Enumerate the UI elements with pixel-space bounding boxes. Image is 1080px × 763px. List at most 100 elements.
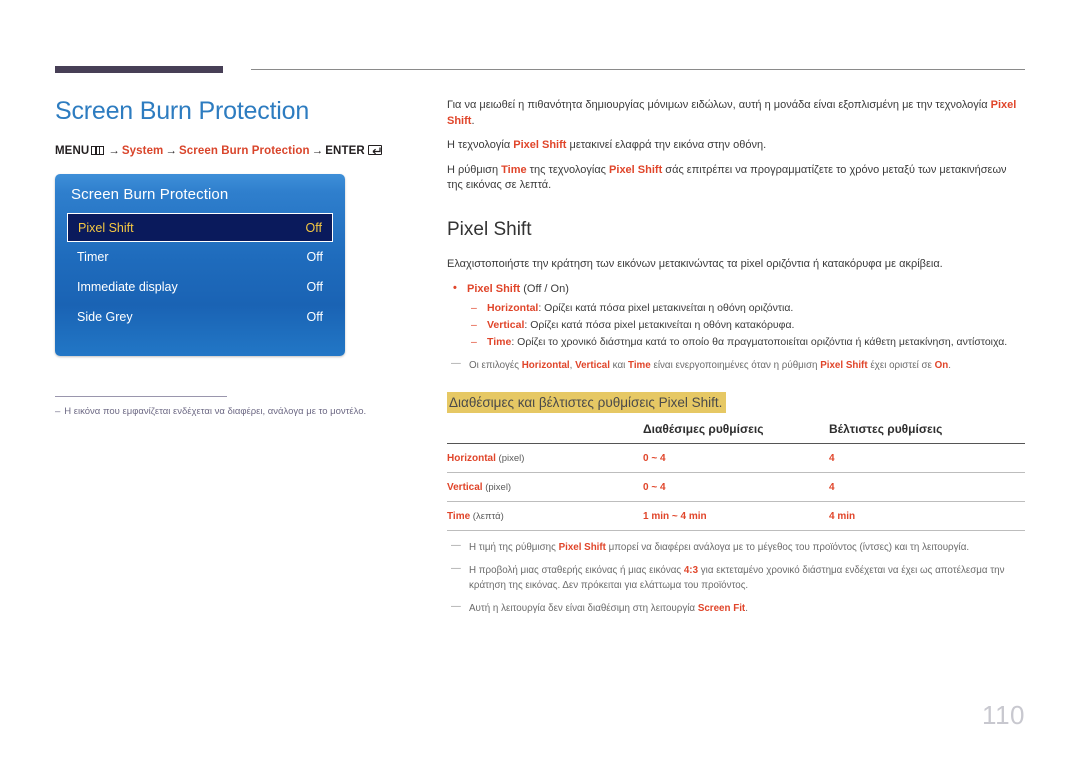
header-accent-bar: [55, 66, 223, 73]
bottom-note-term: Pixel Shift: [558, 541, 606, 553]
note-term-time: Time: [628, 360, 651, 371]
breadcrumb-item-system: System: [121, 145, 164, 157]
note-term-vertical: Vertical: [575, 360, 610, 371]
bottom-note-text-a: Η προβολή μιας σταθερής εικόνας ή μιας ε…: [469, 565, 684, 576]
osd-item-value: Off: [305, 220, 322, 235]
intro-p2-term: Pixel Shift: [513, 139, 567, 151]
settings-table: Διαθέσιμες ρυθμίσεις Βέλτιστες ρυθμίσεις…: [447, 419, 1025, 531]
bullet-sub-term: Vertical: [487, 319, 525, 331]
breadcrumb-menu-label: MENU: [55, 145, 90, 157]
footnote-divider: [55, 396, 227, 397]
osd-panel: Screen Burn Protection Pixel Shift Off T…: [55, 174, 345, 356]
bottom-note-text-c: μπορεί να διαφέρει ανάλογα με το μέγεθος…: [605, 541, 970, 553]
table-header-blank: [447, 419, 643, 444]
footnote-text: Η εικόνα που εμφανίζεται ενδέχεται να δι…: [64, 406, 367, 417]
osd-item-value: Off: [306, 250, 323, 264]
note-text-k: .: [948, 360, 951, 371]
header-rule: [55, 66, 1025, 76]
intro-p1-text-a: Για να μειωθεί η πιθανότητα δημιουργίας …: [447, 99, 991, 111]
table-header-available: Διαθέσιμες ρυθμίσεις: [643, 419, 829, 444]
intro-p3-text-c: της τεχνολογίας: [526, 163, 610, 176]
intro-p3-term-pixel-shift: Pixel Shift: [609, 163, 663, 176]
note-term-pixel-shift: Pixel Shift: [820, 360, 868, 371]
page-number: 110: [982, 700, 1025, 730]
enter-return-icon: [367, 145, 382, 155]
breadcrumb-arrow-1: →: [108, 145, 120, 157]
table-cell-available: 0 ~ 4: [643, 443, 829, 473]
table-cell-name: Time (λεπτά): [447, 501, 643, 531]
bottom-note-1: Η τιμή της ρύθμισης Pixel Shift μπορεί ν…: [447, 539, 1025, 556]
breadcrumb-item-screen-burn-protection: Screen Burn Protection: [179, 145, 310, 157]
intro-paragraph-2: Η τεχνολογία Pixel Shift μετακινεί ελαφρ…: [447, 138, 1025, 154]
intro-p2-text-a: Η τεχνολογία: [447, 139, 514, 151]
bullet-term: Pixel Shift: [467, 283, 521, 295]
bullet-sub-text: : Ορίζει κατά πόσα pixel μετακινείται η …: [524, 319, 795, 331]
osd-menu-list: Pixel Shift Off Timer Off Immediate disp…: [67, 213, 333, 332]
row-label: Vertical: [447, 481, 483, 493]
osd-item-side-grey[interactable]: Side Grey Off: [67, 302, 333, 332]
osd-item-value: Off: [306, 280, 323, 294]
table-row: Horizontal (pixel) 0 ~ 4 4: [447, 443, 1025, 473]
note-term-horizontal: Horizontal: [521, 360, 570, 371]
bullet-vertical: Vertical: Ορίζει κατά πόσα pixel μετακιν…: [447, 317, 1025, 333]
left-column: Screen Burn Protection MENU → System → Scree…: [55, 96, 415, 356]
osd-title: Screen Burn Protection: [71, 186, 229, 203]
header-thin-line: [251, 69, 1025, 70]
osd-item-value: Off: [306, 310, 323, 324]
osd-item-immediate-display[interactable]: Immediate display Off: [67, 272, 333, 302]
note-text-g: είναι ενεργοποιημένες όταν η ρύθμιση: [650, 360, 821, 371]
row-unit: (pixel): [482, 481, 512, 493]
highlighted-heading: Διαθέσιμες και βέλτιστες ρυθμίσεις Pixel…: [447, 391, 727, 413]
table-cell-available: 0 ~ 4: [643, 472, 829, 502]
section-title: Pixel Shift: [447, 218, 532, 240]
section-lead: Ελαχιστοποιήστε την κράτηση των εικόνων …: [447, 257, 943, 270]
breadcrumb-arrow-3: →: [311, 145, 324, 157]
note-text-i: έχει οριστεί σε: [867, 360, 935, 371]
intro-paragraph-1: Για να μειωθεί η πιθανότητα δημιουργίας …: [447, 98, 1025, 129]
intro-p3-term-time: Time: [501, 163, 527, 176]
bullet-time: Time: Ορίζει το χρονικό διάστημα κατά το…: [447, 334, 1025, 350]
table-cell-optimal: 4: [829, 472, 1025, 502]
note-text-a: Οι επιλογές: [469, 360, 522, 371]
bottom-note-term: 4:3: [683, 565, 699, 576]
osd-item-label: Side Grey: [77, 310, 133, 324]
bottom-note-text-a: Αυτή η λειτουργία δεν είναι διαθέσιμη στ…: [469, 603, 698, 614]
bottom-note-2: Η προβολή μιας σταθερής εικόνας ή μιας ε…: [447, 562, 1025, 593]
row-unit: (pixel): [495, 452, 525, 464]
osd-item-pixel-shift[interactable]: Pixel Shift Off: [67, 213, 333, 242]
page-title: Screen Burn Protection: [55, 97, 310, 125]
osd-item-label: Timer: [77, 250, 109, 264]
right-column: Για να μειωθεί η πιθανότητα δημιουργίας …: [447, 98, 1025, 617]
bottom-note-text-a: Η τιμή της ρύθμισης: [469, 541, 559, 553]
menu-grid-icon: [91, 146, 105, 155]
intro-p1-text-c: .: [471, 114, 475, 127]
bottom-notes: Η τιμή της ρύθμισης Pixel Shift μπορεί ν…: [447, 539, 1025, 617]
bottom-note-term: Screen Fit: [697, 603, 746, 614]
breadcrumb-enter-label: ENTER: [325, 145, 365, 157]
bullet-sub-text: : Ορίζει κατά πόσα pixel μετακινείται η …: [538, 302, 794, 314]
table-header-optimal: Βέλτιστες ρυθμίσεις: [829, 419, 1025, 444]
osd-item-label: Immediate display: [77, 280, 178, 294]
bottom-note-text-c: .: [745, 603, 748, 614]
note-text-e: και: [609, 360, 629, 371]
table-header-row: Διαθέσιμες ρυθμίσεις Βέλτιστες ρυθμίσεις: [447, 419, 1025, 444]
row-label: Horizontal: [447, 452, 496, 464]
bullet-pixel-shift: Pixel Shift (Off / On): [447, 280, 1025, 297]
row-unit: (λεπτά): [470, 510, 504, 522]
note-enabled-when-on: Οι επιλογές Horizontal, Vertical και Tim…: [447, 357, 1025, 374]
breadcrumb-arrow-2: →: [165, 145, 177, 157]
table-cell-name: Vertical (pixel): [447, 472, 643, 502]
osd-item-label: Pixel Shift: [78, 220, 134, 235]
manual-page: Screen Burn Protection MENU → System → Scree…: [0, 0, 1080, 763]
osd-item-timer[interactable]: Timer Off: [67, 242, 333, 272]
intro-p3-text-a: Η ρύθμιση: [447, 163, 502, 176]
intro-paragraphs: Για να μειωθεί η πιθανότητα δημιουργίας …: [447, 98, 1025, 194]
table-cell-optimal: 4: [829, 443, 1025, 473]
table-cell-optimal: 4 min: [829, 501, 1025, 531]
left-footnote: – Η εικόνα που εμφανίζεται ενδέχεται να δ…: [55, 405, 415, 419]
bullet-sub-term: Time: [487, 336, 512, 348]
intro-paragraph-3: Η ρύθμιση Time της τεχνολογίας Pixel Shi…: [447, 163, 1025, 194]
bottom-note-3: Αυτή η λειτουργία δεν είναι διαθέσιμη στ…: [447, 600, 1025, 617]
table-row: Vertical (pixel) 0 ~ 4 4: [447, 472, 1025, 502]
note-term-on: On: [934, 360, 949, 371]
